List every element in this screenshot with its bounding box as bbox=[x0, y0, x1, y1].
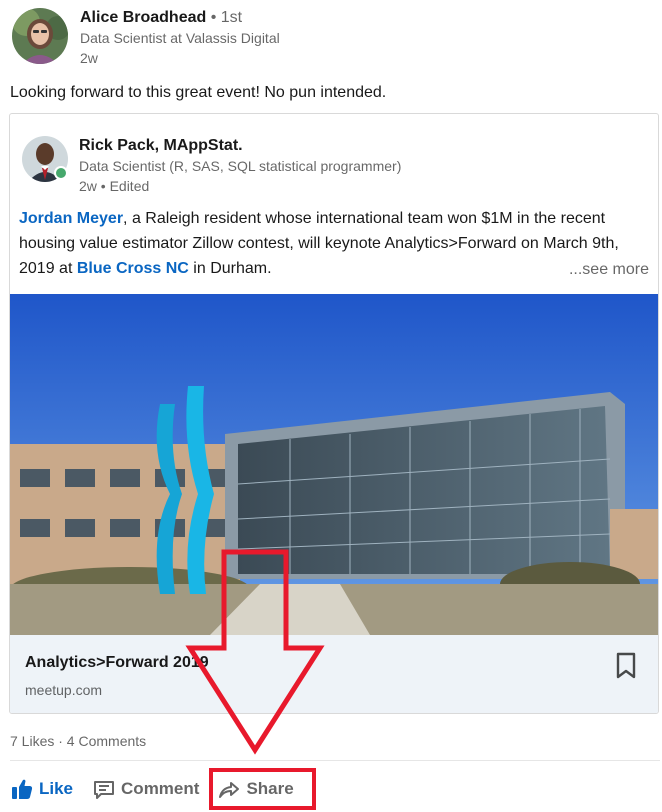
share-button[interactable]: Share bbox=[209, 768, 316, 810]
shared-author-avatar[interactable] bbox=[22, 136, 68, 182]
see-more-link[interactable]: ...see more bbox=[564, 257, 649, 282]
shared-author-name[interactable]: Rick Pack, MAppStat. bbox=[79, 136, 401, 156]
author-avatar[interactable] bbox=[12, 8, 68, 64]
thumbs-up-icon bbox=[10, 777, 34, 801]
shared-post-text-part: in Durham. bbox=[188, 260, 272, 277]
link-domain: meetup.com bbox=[25, 682, 103, 698]
social-counts[interactable]: 7 Likes · 4 Comments bbox=[10, 731, 146, 751]
share-label: Share bbox=[246, 779, 294, 798]
feed-post: Alice Broadhead • 1st Data Scientist at … bbox=[0, 0, 662, 812]
divider bbox=[10, 760, 660, 761]
bookmark-icon[interactable] bbox=[614, 652, 638, 680]
shared-post-card[interactable]: Rick Pack, MAppStat. Data Scientist (R, … bbox=[9, 113, 659, 714]
post-author[interactable]: Alice Broadhead • 1st Data Scientist at … bbox=[12, 8, 280, 68]
link-preview-caption[interactable]: Analytics>Forward 2019 meetup.com bbox=[10, 635, 658, 713]
author-name[interactable]: Alice Broadhead bbox=[80, 9, 206, 26]
shared-author-headline: Data Scientist (R, SAS, SQL statistical … bbox=[79, 158, 402, 174]
comment-label: Comment bbox=[121, 779, 200, 798]
comment-icon bbox=[92, 777, 116, 801]
like-label: Like bbox=[39, 779, 74, 798]
shared-post-text: Jordan Meyer, a Raleigh resident whose i… bbox=[19, 206, 651, 281]
post-timestamp: 2w bbox=[80, 50, 98, 66]
shared-post-timestamp: 2w • Edited bbox=[79, 178, 150, 194]
connection-degree: • 1st bbox=[210, 9, 243, 26]
like-button[interactable]: Like bbox=[10, 774, 73, 804]
link-title[interactable]: Analytics>Forward 2019 bbox=[25, 651, 209, 675]
social-actions-bar: Like Comment Share bbox=[10, 768, 316, 810]
author-headline: Data Scientist at Valassis Digital bbox=[80, 30, 280, 46]
post-commentary: Looking forward to this great event! No … bbox=[10, 84, 387, 101]
shared-post-author[interactable]: Rick Pack, MAppStat. Data Scientist (R, … bbox=[22, 136, 401, 196]
comment-button[interactable]: Comment bbox=[92, 774, 199, 804]
mention-jordan-meyer[interactable]: Jordan Meyer bbox=[19, 210, 123, 227]
share-arrow-icon bbox=[217, 777, 241, 801]
online-status-icon bbox=[54, 166, 68, 180]
link-preview-image[interactable] bbox=[10, 294, 658, 635]
mention-blue-cross-nc[interactable]: Blue Cross NC bbox=[77, 260, 189, 277]
